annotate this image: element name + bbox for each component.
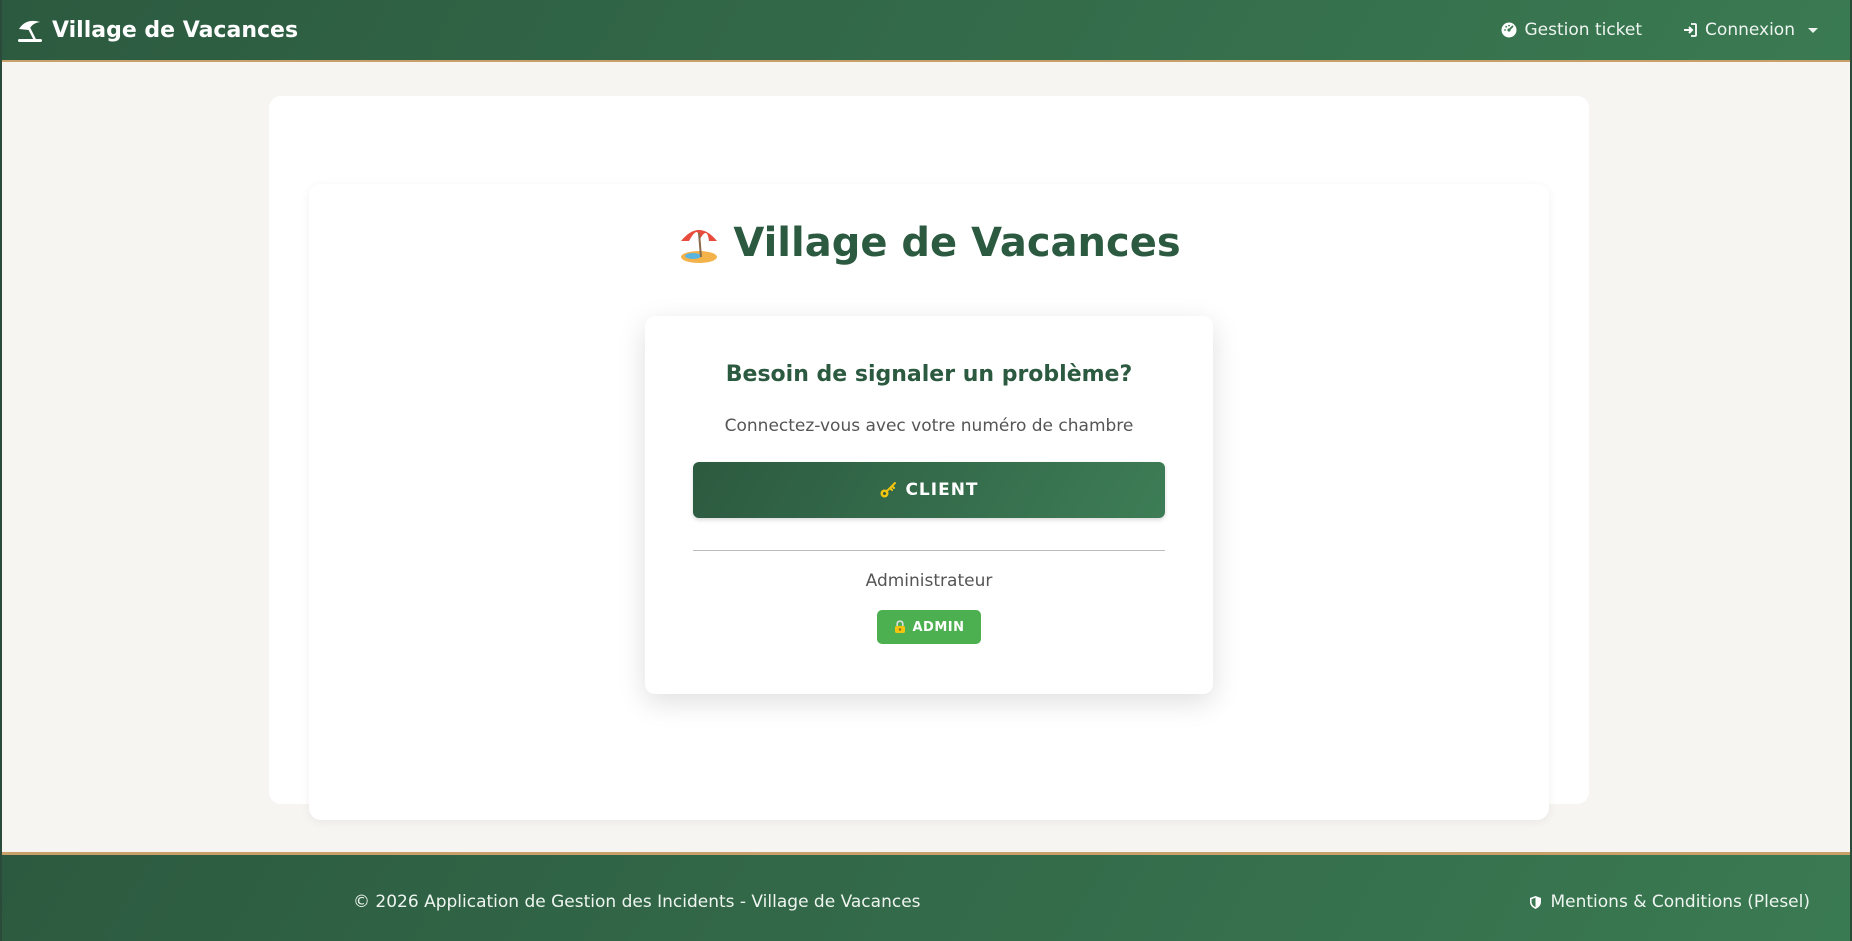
footer-copyright: © 2026 Application de Gestion des Incide…	[353, 892, 921, 912]
welcome-card: Village de Vacances Besoin de signaler u…	[309, 184, 1549, 820]
key-icon	[880, 482, 897, 498]
legal-mentions-link[interactable]: Mentions & Conditions (Plesel)	[1528, 892, 1810, 912]
nav-connexion-label: Connexion	[1705, 20, 1795, 40]
footer: © 2026 Application de Gestion des Incide…	[2, 852, 1850, 941]
page-title-text: Village de Vacances	[733, 220, 1181, 266]
admin-login-button[interactable]: ADMIN	[877, 610, 981, 644]
top-navbar: Village de Vacances Gestion ticket Conne…	[2, 0, 1850, 62]
navbar-brand[interactable]: Village de Vacances	[16, 16, 298, 44]
shield-icon	[1530, 895, 1542, 909]
legal-link-label: Mentions & Conditions (Plesel)	[1550, 892, 1810, 912]
login-subtitle: Connectez-vous avec votre numéro de cham…	[724, 416, 1134, 436]
login-heading: Besoin de signaler un problème?	[725, 362, 1133, 387]
gauge-icon	[1501, 22, 1517, 38]
chevron-down-icon	[1808, 27, 1818, 33]
nav-gestion-ticket-label: Gestion ticket	[1524, 20, 1643, 40]
client-button-label: CLIENT	[905, 480, 979, 500]
admin-label: Administrateur	[865, 571, 993, 591]
lock-key-icon	[895, 620, 906, 633]
divider	[693, 550, 1165, 551]
brand-label: Village de Vacances	[52, 17, 299, 43]
admin-button-label: ADMIN	[912, 619, 965, 635]
client-login-button[interactable]: CLIENT	[693, 462, 1165, 518]
umbrella-beach-icon	[18, 20, 42, 42]
main-container: Village de Vacances Besoin de signaler u…	[269, 96, 1589, 820]
page-title: Village de Vacances	[309, 220, 1549, 266]
nav-connexion-dropdown[interactable]: Connexion	[1682, 20, 1818, 40]
beach-umbrella-icon	[681, 230, 718, 263]
login-panel: Besoin de signaler un problème? Connecte…	[645, 316, 1213, 694]
nav-gestion-ticket[interactable]: Gestion ticket	[1501, 20, 1642, 40]
sign-in-icon	[1684, 23, 1697, 37]
